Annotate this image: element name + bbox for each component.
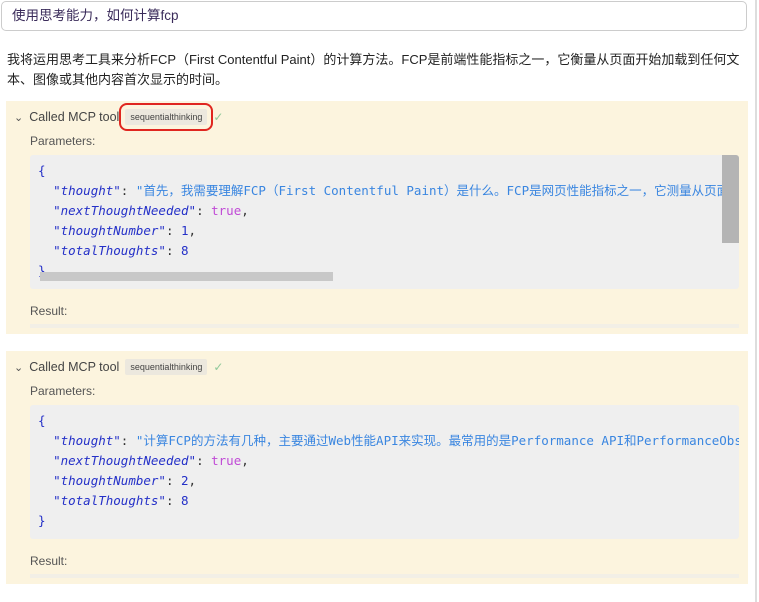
- tool-name-badge: sequentialthinking: [119, 103, 214, 131]
- tool-call-title[interactable]: Called MCP tool: [29, 360, 119, 374]
- prompt-input[interactable]: 使用思考能力，如何计算fcp: [1, 1, 747, 31]
- result-block: [30, 324, 739, 328]
- tool-call-title[interactable]: Called MCP tool: [29, 110, 119, 124]
- chevron-down-icon[interactable]: ⌄: [14, 111, 23, 124]
- horizontal-scrollbar[interactable]: [40, 272, 333, 281]
- tool-call-card-1: ⌄ Called MCP tool sequentialthinking ✓ P…: [6, 101, 748, 334]
- result-label: Result:: [30, 304, 68, 318]
- vertical-scrollbar[interactable]: [722, 155, 739, 243]
- result-label: Result:: [30, 554, 68, 568]
- result-block: [30, 574, 739, 578]
- check-icon: ✓: [213, 360, 224, 374]
- assistant-response: 我将运用思考工具来分析FCP（First Contentful Paint）的计…: [7, 52, 740, 87]
- page-scrollbar[interactable]: [755, 0, 757, 602]
- tool-call-card-2: ⌄ Called MCP tool sequentialthinking ✓ P…: [6, 351, 748, 584]
- tool-name-badge: sequentialthinking: [125, 359, 208, 375]
- parameters-code-block: { "thought": "首先，我需要理解FCP（First Contentf…: [30, 155, 739, 289]
- parameters-label: Parameters:: [30, 134, 96, 148]
- parameters-code-block: { "thought": "计算FCP的方法有几种，主要通过Web性能API来实…: [30, 405, 739, 539]
- check-icon: ✓: [213, 110, 224, 124]
- parameters-label: Parameters:: [30, 384, 96, 398]
- chevron-down-icon[interactable]: ⌄: [14, 361, 23, 374]
